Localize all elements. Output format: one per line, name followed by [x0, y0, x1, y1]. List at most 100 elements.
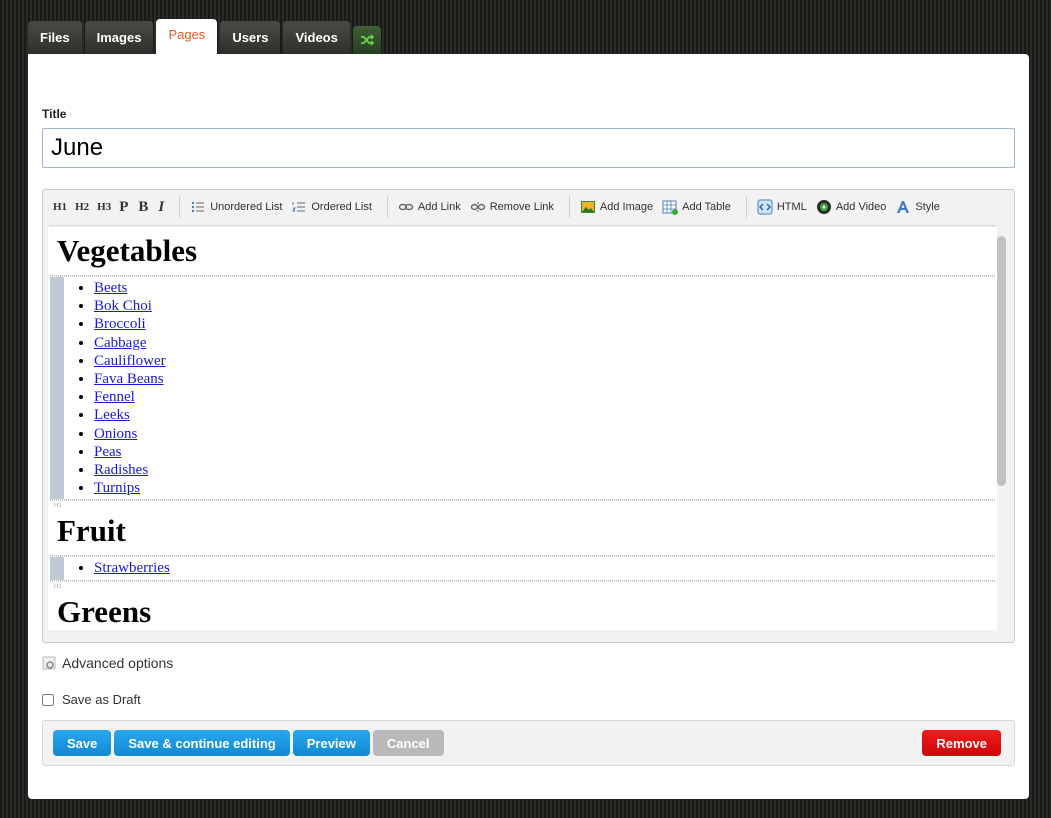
- tab-users[interactable]: Users: [220, 21, 281, 54]
- add-link-button[interactable]: Add Link: [398, 199, 461, 215]
- advanced-options-toggle[interactable]: Advanced options: [42, 655, 173, 671]
- add-video-button[interactable]: Add Video: [816, 199, 887, 215]
- list-link[interactable]: Beets: [94, 280, 127, 296]
- add-link-label: Add Link: [417, 201, 461, 213]
- list-item: Fennel: [94, 388, 995, 406]
- list-link[interactable]: Fennel: [94, 389, 135, 405]
- heading-block: H1 Fruit: [50, 500, 995, 557]
- toolbar-divider: [745, 196, 747, 218]
- unordered-list-button[interactable]: Unordered List: [190, 199, 282, 215]
- style-label: Style: [915, 201, 940, 213]
- save-continue-button[interactable]: Save & continue editing: [114, 730, 290, 756]
- add-table-button[interactable]: Add Table: [662, 199, 731, 215]
- image-icon: [580, 201, 595, 213]
- ordered-list-icon: [292, 202, 306, 212]
- h2-button[interactable]: H2: [75, 201, 89, 213]
- bold-button[interactable]: B: [138, 199, 148, 216]
- italic-button[interactable]: I: [158, 199, 164, 216]
- tab-bar: Files Images Pages Users Videos: [28, 19, 384, 54]
- save-as-draft[interactable]: Save as Draft: [42, 692, 141, 707]
- ordered-list-button[interactable]: Ordered List: [291, 199, 372, 215]
- gear-icon: [42, 656, 56, 670]
- advanced-options-label: Advanced options: [62, 655, 174, 671]
- ordered-list-label: Ordered List: [311, 201, 372, 213]
- list-item: Turnips: [94, 479, 995, 497]
- heading-vegetables: Vegetables: [57, 233, 198, 268]
- toolbar-divider: [568, 196, 570, 218]
- list-item: Cabbage: [94, 334, 995, 352]
- list-item: Fava Beans: [94, 370, 995, 388]
- list-item: Onions: [94, 425, 995, 443]
- save-as-draft-label: Save as Draft: [62, 692, 141, 707]
- add-image-label: Add Image: [599, 201, 654, 213]
- editor-toolbar: H1 H2 H3 P B I Unordered List Ordered Li…: [43, 190, 1014, 224]
- list-link[interactable]: Radishes: [94, 462, 148, 478]
- page-edit-panel: Title H1 H2 H3 P B I Unordered List: [28, 54, 1029, 799]
- list-block: Beets Bok Choi Broccoli Cabbage Cauliflo…: [50, 276, 995, 501]
- heading-block: Vegetables: [50, 226, 995, 276]
- html-label: HTML: [776, 201, 807, 213]
- shuffle-icon: [360, 34, 374, 46]
- list-link[interactable]: Leeks: [94, 407, 130, 423]
- tab-videos[interactable]: Videos: [283, 21, 350, 54]
- list-item: Peas: [94, 443, 995, 461]
- save-button[interactable]: Save: [53, 730, 112, 756]
- list-item: Leeks: [94, 406, 995, 424]
- list-item: Cauliflower: [94, 352, 995, 370]
- remove-link-button[interactable]: Remove Link: [470, 199, 554, 215]
- link-icon: [398, 203, 414, 211]
- title-input[interactable]: [42, 128, 1015, 168]
- table-icon: [662, 200, 679, 215]
- block-tag: H1: [54, 503, 62, 510]
- title-label: Title: [42, 107, 67, 121]
- editor-scrollbar[interactable]: [997, 232, 1006, 624]
- list-link[interactable]: Fava Beans: [94, 371, 164, 387]
- vegetable-list: Beets Bok Choi Broccoli Cabbage Cauliflo…: [50, 277, 995, 500]
- block-tag: H1: [54, 583, 62, 590]
- list-item: Radishes: [94, 461, 995, 479]
- tab-pages[interactable]: Pages: [156, 19, 218, 54]
- heading-block: H1 Greens: [50, 580, 995, 630]
- list-link[interactable]: Bok Choi: [94, 298, 152, 314]
- tab-images[interactable]: Images: [84, 21, 154, 54]
- video-icon: [816, 200, 831, 214]
- shuffle-tab[interactable]: [352, 26, 381, 54]
- list-link[interactable]: Strawberries: [94, 560, 170, 576]
- h1-button[interactable]: H1: [53, 201, 67, 213]
- style-button[interactable]: Style: [895, 199, 940, 215]
- list-link[interactable]: Broccoli: [94, 316, 146, 332]
- h3-button[interactable]: H3: [97, 201, 111, 213]
- list-link[interactable]: Cabbage: [94, 335, 146, 351]
- toolbar-divider: [386, 196, 388, 218]
- remove-link-label: Remove Link: [489, 201, 554, 213]
- tab-files[interactable]: Files: [28, 21, 82, 54]
- html-icon: [757, 199, 773, 215]
- list-item: Beets: [94, 279, 995, 297]
- list-link[interactable]: Peas: [94, 444, 122, 460]
- action-bar: Save Save & continue editing Preview Can…: [42, 720, 1015, 766]
- paragraph-button[interactable]: P: [119, 199, 128, 216]
- list-link[interactable]: Cauliflower: [94, 353, 166, 369]
- add-table-label: Add Table: [682, 201, 731, 213]
- list-link[interactable]: Onions: [94, 426, 137, 442]
- list-link[interactable]: Turnips: [94, 480, 140, 496]
- list-item: Bok Choi: [94, 297, 995, 315]
- html-button[interactable]: HTML: [757, 199, 807, 215]
- add-video-label: Add Video: [835, 201, 887, 213]
- heading-fruit: Fruit: [57, 513, 126, 549]
- scrollbar-thumb[interactable]: [997, 236, 1006, 486]
- preview-button[interactable]: Preview: [292, 730, 370, 756]
- list-item: Strawberries: [94, 559, 995, 577]
- toolbar-divider: [179, 196, 181, 218]
- fruit-list: Strawberries: [50, 557, 995, 580]
- remove-button[interactable]: Remove: [922, 730, 1001, 756]
- style-icon: [897, 201, 910, 213]
- save-as-draft-checkbox[interactable]: [42, 693, 54, 706]
- rich-text-editor: H1 H2 H3 P B I Unordered List Ordered Li…: [42, 189, 1015, 643]
- add-image-button[interactable]: Add Image: [580, 199, 653, 215]
- editor-content[interactable]: Vegetables Beets Bok Choi Broccoli Cabba…: [48, 225, 997, 630]
- heading-greens: Greens: [57, 593, 152, 629]
- list-block: Strawberries: [50, 556, 995, 581]
- cancel-button[interactable]: Cancel: [372, 730, 444, 756]
- unlink-icon: [470, 202, 485, 212]
